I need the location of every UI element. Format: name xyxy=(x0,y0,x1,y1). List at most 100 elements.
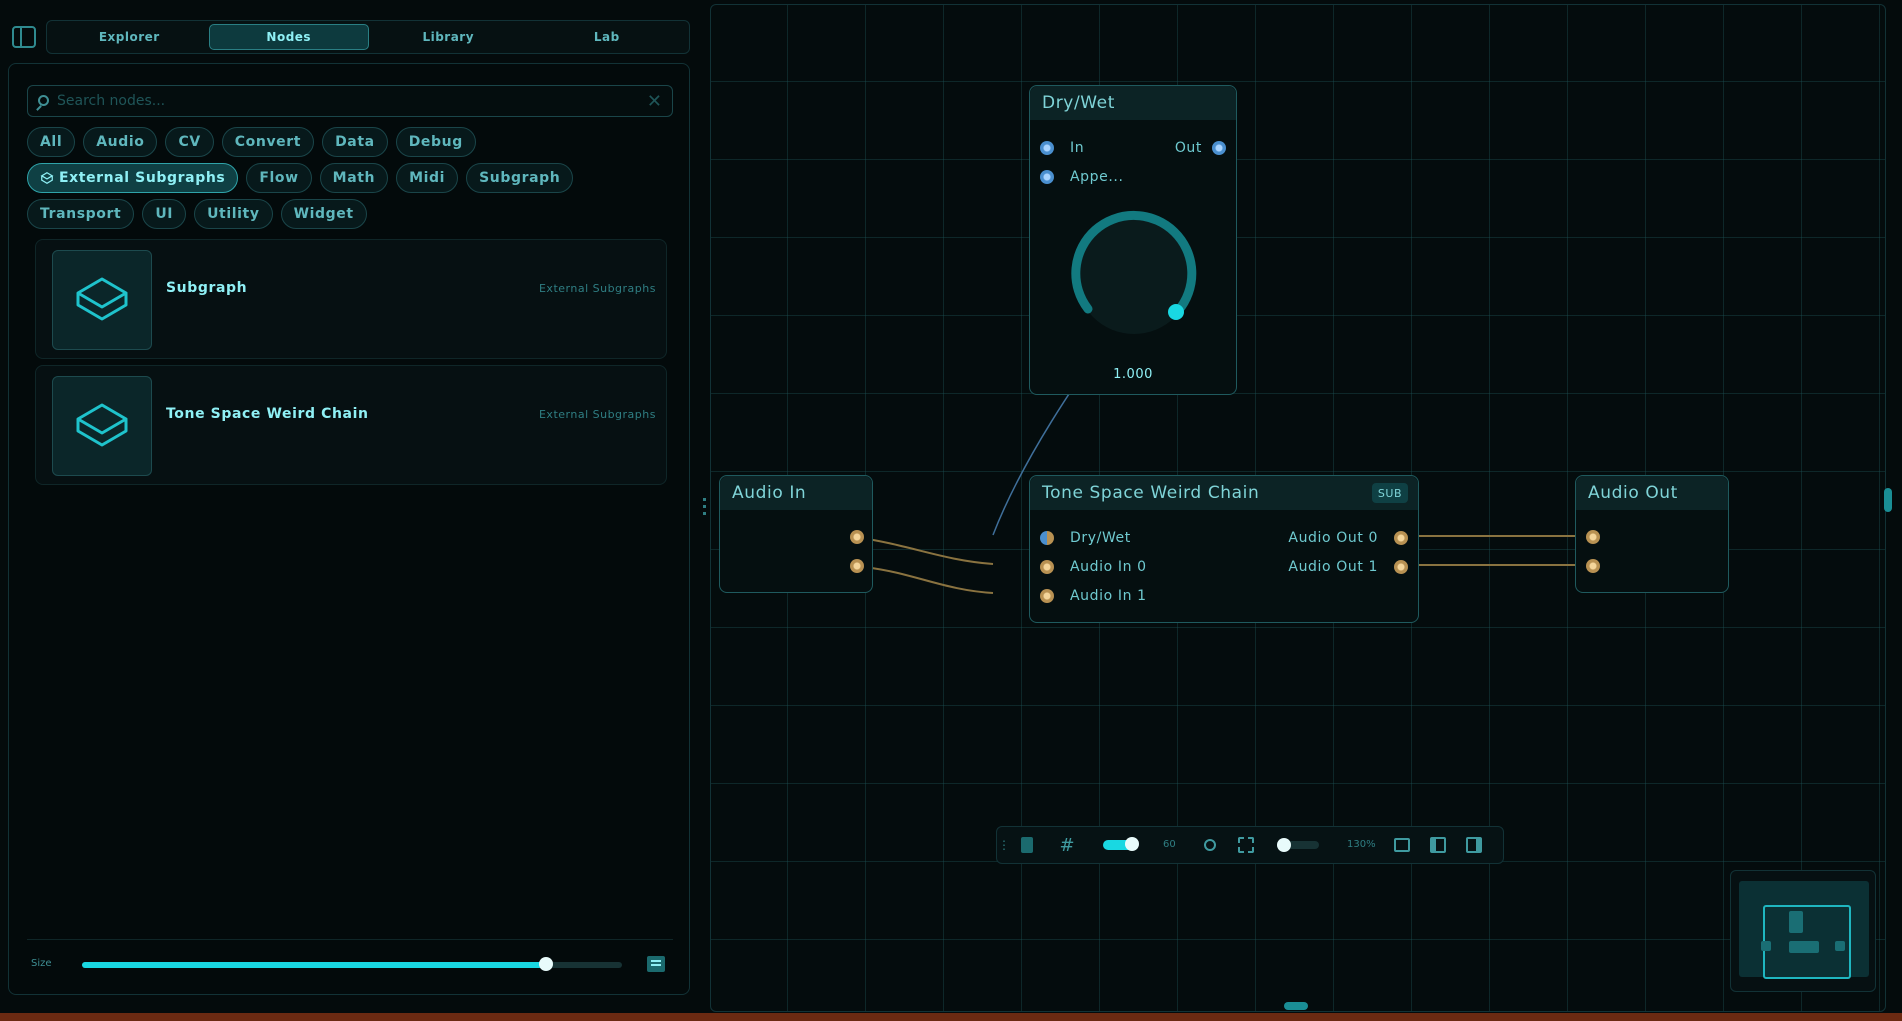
node-toggle-icon[interactable] xyxy=(1019,835,1035,855)
zoom-slider[interactable] xyxy=(1277,835,1319,855)
image-export-icon[interactable] xyxy=(1393,835,1411,855)
left-panel-icon[interactable] xyxy=(1429,835,1447,855)
horizontal-scrollbar[interactable] xyxy=(1284,1002,1308,1010)
drywet-node[interactable]: Dry/Wet In Out Appe... 1.000 xyxy=(1029,85,1237,395)
app-window: Explorer Nodes Library Lab ✕ All Audio C… xyxy=(0,0,1902,1021)
node-thumbnail xyxy=(52,376,152,476)
chain-audio-in-0-port[interactable] xyxy=(1040,560,1054,574)
zoom-level: 130% xyxy=(1347,839,1376,850)
chain-audio-out-1-port[interactable] xyxy=(1394,560,1408,574)
download-icon[interactable] xyxy=(647,956,665,972)
audio-out-in-port-0[interactable] xyxy=(1586,530,1600,544)
filter-all[interactable]: All xyxy=(27,127,76,157)
search-box: ✕ xyxy=(27,85,673,117)
filter-data[interactable]: Data xyxy=(322,127,388,157)
filter-math[interactable]: Math xyxy=(319,163,389,193)
size-slider[interactable] xyxy=(82,957,622,971)
minimap-node xyxy=(1789,911,1803,933)
size-control: Size xyxy=(27,939,673,979)
chain-drywet-port[interactable] xyxy=(1040,531,1054,545)
minimap-node xyxy=(1789,941,1819,953)
size-slider-handle[interactable] xyxy=(539,957,554,971)
chain-input-label: Dry/Wet xyxy=(1070,530,1131,546)
audio-out-node[interactable]: Audio Out xyxy=(1575,475,1729,593)
drywet-in-port[interactable] xyxy=(1040,141,1054,155)
node-name: Subgraph xyxy=(166,280,248,296)
tab-explorer[interactable]: Explorer xyxy=(50,24,209,50)
drywet-in-label: In xyxy=(1070,140,1085,156)
chain-input-label: Audio In 0 xyxy=(1070,559,1147,575)
filter-convert[interactable]: Convert xyxy=(221,127,315,157)
zoom-search-icon[interactable] xyxy=(1201,835,1219,855)
node-list-item[interactable]: Tone Space Weird Chain External Subgraph… xyxy=(35,365,667,485)
audio-in-out-port-1[interactable] xyxy=(850,559,864,573)
knob-handle[interactable] xyxy=(1168,304,1184,320)
clear-search-icon[interactable]: ✕ xyxy=(647,91,662,112)
tab-nodes[interactable]: Nodes xyxy=(208,24,369,50)
grid-icon[interactable]: # xyxy=(1057,835,1077,856)
filter-debug[interactable]: Debug xyxy=(395,127,476,157)
filter-widget[interactable]: Widget xyxy=(280,199,367,229)
cube-icon xyxy=(40,172,54,184)
filter-subgraph[interactable]: Subgraph xyxy=(466,163,574,193)
filter-cv[interactable]: CV xyxy=(165,127,214,157)
audio-in-out-port-0[interactable] xyxy=(850,530,864,544)
chain-output-label: Audio Out 1 xyxy=(1288,559,1378,575)
subgraph-badge: SUB xyxy=(1371,483,1408,503)
filter-audio[interactable]: Audio xyxy=(83,127,158,157)
filter-ui[interactable]: UI xyxy=(142,199,187,229)
cube-icon xyxy=(76,277,128,321)
minimap-node xyxy=(1761,941,1771,951)
drywet-out-label: Out xyxy=(1174,140,1202,156)
drywet-knob[interactable] xyxy=(1059,203,1209,353)
search-input[interactable] xyxy=(57,93,647,109)
chain-input-label: Audio In 1 xyxy=(1070,588,1147,604)
filter-transport[interactable]: Transport xyxy=(27,199,135,229)
knob-value: 1.000 xyxy=(1113,367,1153,382)
right-panel-icon[interactable] xyxy=(1465,835,1483,855)
node-name: Tone Space Weird Chain xyxy=(166,406,369,422)
node-list-item[interactable]: Subgraph External Subgraphs xyxy=(35,239,667,359)
filter-utility[interactable]: Utility xyxy=(194,199,273,229)
canvas-toolbar: ⋮ # 60 130% xyxy=(996,826,1504,864)
vertical-scrollbar[interactable] xyxy=(1884,488,1892,512)
chain-subgraph-node[interactable]: Tone Space Weird Chain SUB Dry/Wet Audio… xyxy=(1029,475,1419,623)
drywet-append-port[interactable] xyxy=(1040,170,1054,184)
filter-midi[interactable]: Midi xyxy=(396,163,459,193)
audio-out-in-port-1[interactable] xyxy=(1586,559,1600,573)
fit-view-icon[interactable] xyxy=(1237,835,1255,855)
top-tab-bar: Explorer Nodes Library Lab xyxy=(46,20,690,54)
category-filters: All Audio CV Convert Data Debug External… xyxy=(27,127,687,229)
chain-output-label: Audio Out 0 xyxy=(1288,530,1378,546)
cube-icon xyxy=(76,403,128,447)
tab-lab[interactable]: Lab xyxy=(528,24,687,50)
filter-flow[interactable]: Flow xyxy=(246,163,312,193)
node-category: External Subgraphs xyxy=(538,408,656,421)
search-icon xyxy=(38,94,49,106)
node-thumbnail xyxy=(52,250,152,350)
node-browser-panel: ✕ All Audio CV Convert Data Debug Extern… xyxy=(8,63,690,995)
snap-toggle[interactable] xyxy=(1103,835,1139,855)
drywet-out-port[interactable] xyxy=(1212,141,1226,155)
chain-audio-in-1-port[interactable] xyxy=(1040,589,1054,603)
tab-library[interactable]: Library xyxy=(369,24,528,50)
filter-label: External Subgraphs xyxy=(59,170,226,186)
panel-resize-handle[interactable] xyxy=(703,498,706,518)
node-title: Audio In xyxy=(720,476,872,510)
filter-external-subgraphs[interactable]: External Subgraphs xyxy=(27,163,239,193)
wire-audio-in-1 xyxy=(854,565,994,594)
minimap[interactable] xyxy=(1730,870,1876,992)
audio-in-node[interactable]: Audio In xyxy=(719,475,873,593)
window-bottom-border xyxy=(0,1013,1902,1021)
minimap-node xyxy=(1835,941,1845,951)
fps-value: 60 xyxy=(1163,839,1176,850)
node-title: Audio Out xyxy=(1576,476,1728,510)
size-slider-fill xyxy=(82,962,547,968)
toolbar-drag-handle-icon[interactable]: ⋮ xyxy=(998,835,1010,855)
chain-audio-out-0-port[interactable] xyxy=(1394,531,1408,545)
node-title: Dry/Wet xyxy=(1030,86,1236,120)
node-title: Tone Space Weird Chain xyxy=(1030,476,1418,510)
wire-audio-in-0 xyxy=(854,536,994,565)
drywet-append-label: Appe... xyxy=(1070,169,1124,185)
sidebar-toggle-icon[interactable] xyxy=(12,26,36,48)
